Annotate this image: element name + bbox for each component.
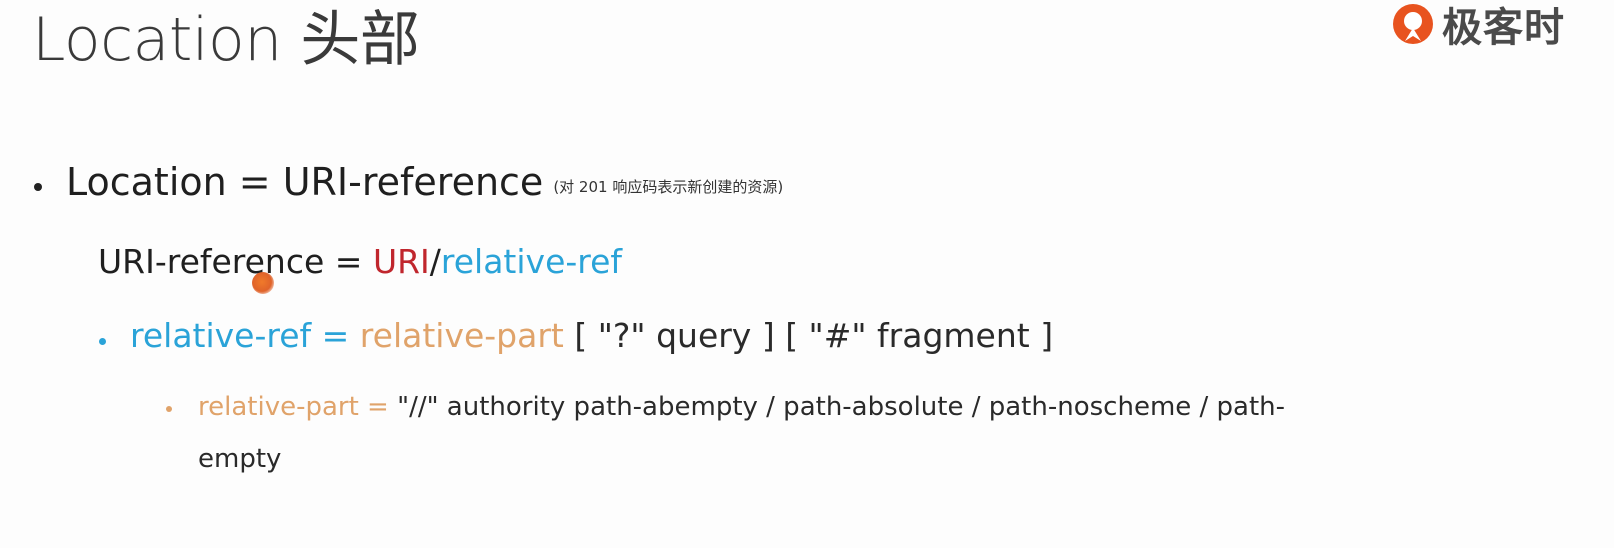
location-definition: Location = URI-reference xyxy=(66,160,544,204)
relative-part-term: relative-part xyxy=(198,392,359,422)
relative-ref-rest: [ "?" query ] [ "#" fragment ] xyxy=(563,316,1054,355)
relative-part-term: relative-part xyxy=(359,316,564,355)
equals-sign: = xyxy=(311,316,360,355)
bullet-dot-3 xyxy=(99,338,106,345)
laser-pointer xyxy=(252,272,274,294)
logo-text: 极客时 xyxy=(1442,5,1565,51)
uri-term: URI xyxy=(372,242,430,281)
slash: / xyxy=(429,242,441,281)
relative-part-definition: relative-part = "//" authority path-abem… xyxy=(198,392,1285,423)
slide-title: Location 头部 xyxy=(32,5,420,75)
equals-sign: = xyxy=(358,392,398,422)
relative-ref-term: relative-ref xyxy=(440,242,623,281)
location-note: (对 201 响应码表示新创建的资源) xyxy=(553,178,784,196)
bullet-dot-1 xyxy=(34,183,42,191)
geektime-logo-icon xyxy=(1393,4,1433,44)
slide: Location 头部 极客时 Location = URI-reference… xyxy=(0,0,1614,548)
uri-reference-prefix: URI-reference = xyxy=(98,242,373,281)
bullet-dot-4 xyxy=(166,406,172,412)
bullet-location: Location = URI-reference (对 201 响应码表示新创建的… xyxy=(66,160,783,206)
relative-ref-term: relative-ref xyxy=(130,316,312,355)
relative-part-continuation: empty xyxy=(198,444,282,474)
relative-part-rest: "//" authority path-abempty / path-absol… xyxy=(397,392,1286,422)
relative-ref-definition: relative-ref = relative-part [ "?" query… xyxy=(130,316,1053,356)
geektime-logo: 极客时 xyxy=(1390,0,1565,54)
uri-reference-definition: URI-reference = URI/relative-ref xyxy=(98,242,622,282)
